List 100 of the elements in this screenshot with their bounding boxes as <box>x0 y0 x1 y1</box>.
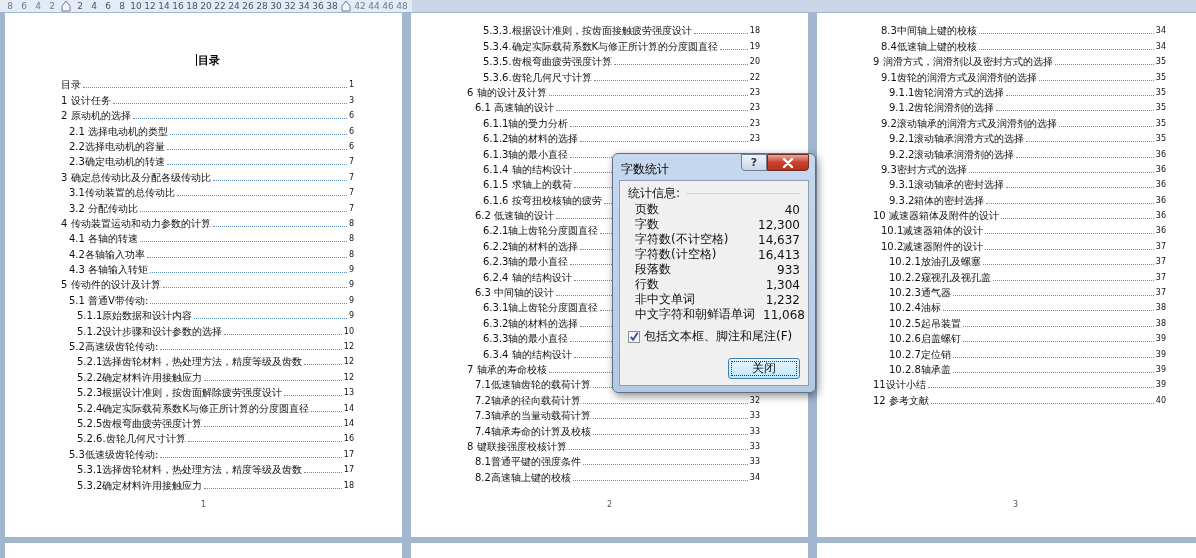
toc-entry[interactable]: 5.3.1选择齿轮材料，热处理方法，精度等级及齿数 <box>77 464 303 476</box>
toc-entry[interactable]: 10.2减速器附件的设计 <box>881 240 984 252</box>
toc-entry[interactable]: 7.2轴承的径向载荷计算 <box>475 394 581 406</box>
toc-entry[interactable]: 12 参考文献 <box>873 394 929 406</box>
toc-entry[interactable]: 9.2.1滚动轴承润滑方式的选择 <box>889 133 1025 145</box>
toc-entry[interactable]: 10.2.3通气器 <box>889 287 951 299</box>
toc-entry[interactable]: 2.2选择电动机的容量 <box>69 140 165 152</box>
toc-entry[interactable]: 6.3 中间轴的设计 <box>475 287 555 299</box>
toc-entry[interactable]: 10.2.2窥视孔及视孔盖 <box>889 271 991 283</box>
help-button[interactable]: ? <box>741 154 767 171</box>
toc-entry[interactable]: 10.2.6启盖螺钉 <box>889 333 961 345</box>
toc-entry[interactable]: 10.2.1放油孔及螺塞 <box>889 256 981 268</box>
toc-entry[interactable]: 5 传动件的设计及计算 <box>61 279 161 291</box>
toc-entry[interactable]: 2.1 选择电动机的类型 <box>69 125 169 137</box>
toc-entry[interactable]: 5.1 普通V带传动: <box>69 294 149 306</box>
close-icon[interactable] <box>782 157 794 168</box>
toc-entry[interactable]: 5.3低速级齿轮传动: <box>69 448 159 460</box>
toc-entry[interactable]: 1 设计任务 <box>61 94 111 106</box>
page-number: 39 <box>1155 349 1166 360</box>
toc-entry[interactable]: 6.1 高速轴的设计 <box>475 102 555 114</box>
toc-entry[interactable]: 9.1齿轮的润滑方式及润滑剂的选择 <box>881 71 1037 83</box>
toc-entry[interactable]: 6.3.4 轴的结构设计 <box>483 348 572 360</box>
toc-entry[interactable]: 9.1.2齿轮润滑剂的选择 <box>889 102 995 114</box>
toc-entry[interactable]: 9.2滚动轴承的润滑方式及润滑剂的选择 <box>881 117 1057 129</box>
toc-entry[interactable]: 6.1.2轴的材料的选择 <box>483 133 579 145</box>
toc-entry[interactable]: 5.2.6.齿轮几何尺寸计算 <box>77 433 186 445</box>
page-number: 36 <box>1155 149 1166 160</box>
toc-entry[interactable]: 9.3.1滚动轴承的密封选择 <box>889 179 1005 191</box>
checkbox[interactable] <box>628 330 640 343</box>
toc-entry[interactable]: 5.2.1选择齿轮材料，热处理方法，精度等级及齿数 <box>77 356 303 368</box>
toc-entry[interactable]: 10.2.5起吊装置 <box>889 317 961 329</box>
toc-entry[interactable]: 6.2.3轴的最小直径 <box>483 256 569 268</box>
toc-entry[interactable]: 8.2高速轴上键的校核 <box>475 471 571 483</box>
toc-entry[interactable]: 3.2 分配传动比 <box>69 202 139 214</box>
toc-entry[interactable]: 5.3.4.确定实际载荷系数K与修正所计算的分度圆直径 <box>483 40 719 52</box>
toc-entry[interactable]: 7.1低速轴齿轮的载荷计算 <box>475 379 591 391</box>
toc-entry[interactable]: 5.3.6.齿轮几何尺寸计算 <box>483 71 592 83</box>
toc-entry[interactable]: 2 原动机的选择 <box>61 110 131 122</box>
toc-entry[interactable]: 4.1 各轴的转速 <box>69 233 139 245</box>
toc-entry[interactable]: 5.1.1原始数据和设计内容 <box>77 310 193 322</box>
stat-label: 非中文单词 <box>635 291 695 308</box>
page-number: 35 <box>1155 87 1166 98</box>
toc-entry[interactable]: 9.3.2箱体的密封选择 <box>889 194 985 206</box>
checkbox-label[interactable]: 包括文本框、脚注和尾注(F) <box>644 328 793 345</box>
toc-entry[interactable]: 8.4低速轴上键的校核 <box>881 40 977 52</box>
toc-entry[interactable]: 目录 <box>61 79 81 91</box>
toc-entry[interactable]: 10.2.8轴承盖 <box>889 364 951 375</box>
toc-entry[interactable]: 5.2.4确定实际载荷系数K与修正所计算的分度圆直径 <box>77 402 309 414</box>
toc-entry[interactable]: 5.3.3.根据设计准则，按齿面接触疲劳强度设计 <box>483 25 692 37</box>
toc-entry[interactable]: 10.2.4油标 <box>889 302 941 314</box>
toc-entry[interactable]: 8.3中间轴上键的校核 <box>881 25 977 37</box>
toc-entry[interactable]: 4.2各轴输入功率 <box>69 248 145 260</box>
toc-entry[interactable]: 6.3.1轴上齿轮分度圆直径 <box>483 302 599 314</box>
toc-entry[interactable]: 9.2.2滚动轴承润滑剂的选择 <box>889 148 1015 160</box>
close-button[interactable] <box>767 154 809 171</box>
toc-entry[interactable]: 6.3.3轴的最小直径 <box>483 333 569 345</box>
toc-entry[interactable]: 5.3.5.齿根弯曲疲劳强度计算 <box>483 56 612 68</box>
page-number: 37 <box>1155 288 1166 299</box>
toc-entry[interactable]: 6.1.4 轴的结构设计 <box>483 163 572 175</box>
toc-entry[interactable]: 9 润滑方式，润滑剂以及密封方式的选择 <box>873 56 1053 68</box>
toc-entry[interactable]: 6.1.5 求轴上的载荷 <box>483 179 572 191</box>
toc-entry[interactable]: 5.2.5齿根弯曲疲劳强度计算 <box>77 418 203 429</box>
toc-entry[interactable]: 11设计小结 <box>873 379 926 391</box>
toc-entry[interactable]: 5.1.2设计步骤和设计参数的选择 <box>77 325 223 337</box>
dot-leader <box>720 48 748 50</box>
toc-entry[interactable]: 5.2.3根据设计准则，按齿面解除疲劳强度设计 <box>77 387 283 399</box>
toc-entry[interactable]: 5.3.2确定材料许用接触应力 <box>77 479 203 491</box>
page-number: 16 <box>343 434 354 445</box>
toc-entry[interactable]: 8 键联接强度校核计算 <box>467 440 567 452</box>
toc-entry[interactable]: 9.1.1齿轮润滑方式的选择 <box>889 86 1005 98</box>
indent-marker-icon[interactable] <box>61 0 71 12</box>
stat-value: 11,068 <box>763 307 805 322</box>
toc-entry[interactable]: 6.1.1轴的受力分析 <box>483 117 569 129</box>
toc-entry[interactable]: 7.4轴承寿命的计算及校核 <box>475 425 591 437</box>
toc-entry[interactable]: 2.3确定电动机的转速 <box>69 156 165 168</box>
toc-entry[interactable]: 10.2.7定位销 <box>889 348 951 360</box>
toc-entry[interactable]: 4 传动装置运动和动力参数的计算 <box>61 217 211 229</box>
page-number: 12 <box>343 357 354 368</box>
toc-entry[interactable]: 6.3.2轴的材料的选择 <box>483 317 579 329</box>
toc-entry[interactable]: 9.3密封方式的选择 <box>881 163 967 175</box>
toc-entry[interactable]: 7 轴承的寿命校核 <box>467 364 547 375</box>
toc-entry[interactable]: 6.1.3轴的最小直径 <box>483 148 569 160</box>
toc-entry[interactable]: 6.2.1轴上齿轮分度圆直径 <box>483 225 599 237</box>
toc-entry[interactable]: 3 确定总传动比及分配各级传动比 <box>61 171 211 183</box>
toc-entry[interactable]: 10.1减速器箱体的设计 <box>881 225 984 237</box>
toc-entry[interactable]: 6.2 低速轴的设计 <box>475 210 555 222</box>
toc-entry[interactable]: 4.3 各轴输入转矩 <box>69 264 149 276</box>
toc-entry[interactable]: 7.3轴承的当量动载荷计算 <box>475 410 591 422</box>
toc-entry[interactable]: 5.2.2确定材料许用接触应力 <box>77 371 203 383</box>
toc-entry[interactable]: 6.2.2轴的材料的选择 <box>483 240 579 252</box>
toc-entry[interactable]: 5.2高速级齿轮传动: <box>69 341 159 353</box>
indent-marker-icon[interactable] <box>341 0 351 12</box>
toc-entry[interactable]: 8.1普通平键的强度条件 <box>475 456 581 468</box>
toc-entry[interactable]: 10 减速器箱体及附件的设计 <box>873 210 999 222</box>
toc-entry[interactable]: 3.1传动装置的总传动比 <box>69 187 175 199</box>
toc-entry[interactable]: 6.1.6 按弯扭校核轴的疲劳 <box>483 194 602 206</box>
ruler-number: 34 <box>297 0 311 12</box>
toc-entry[interactable]: 6.2.4 轴的结构设计 <box>483 271 572 283</box>
toc-entry[interactable]: 6 轴的设计及计算 <box>467 86 547 98</box>
close-dialog-button[interactable]: 关闭 <box>728 358 800 379</box>
